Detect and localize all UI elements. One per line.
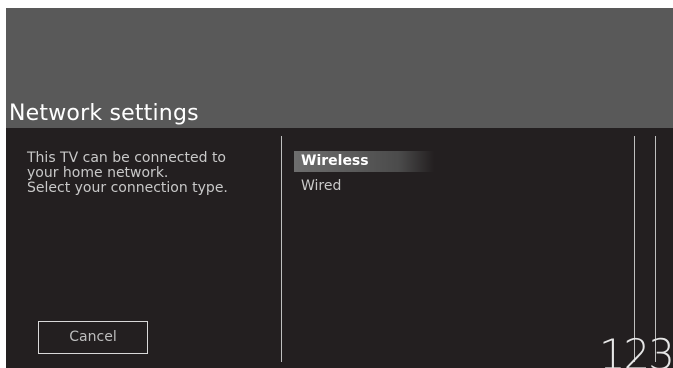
cancel-button[interactable]: Cancel <box>38 321 148 354</box>
description: This TV can be connected to your home ne… <box>27 151 267 196</box>
page-number: 123 <box>598 330 673 368</box>
column-divider <box>655 136 656 362</box>
tv-screen: Network settings This TV can be connecte… <box>6 8 673 368</box>
description-line: This TV can be connected to <box>27 150 227 166</box>
column-divider <box>634 136 635 362</box>
column-divider <box>281 136 282 362</box>
description-line: Select your connection type. <box>27 180 228 196</box>
header-bar: Network settings <box>6 8 673 128</box>
description-line: your home network. <box>27 165 169 181</box>
option-wired[interactable]: Wired <box>294 176 434 197</box>
option-wireless[interactable]: Wireless <box>294 151 434 172</box>
page-title: Network settings <box>9 101 199 126</box>
connection-type-list: Wireless Wired <box>294 151 434 201</box>
